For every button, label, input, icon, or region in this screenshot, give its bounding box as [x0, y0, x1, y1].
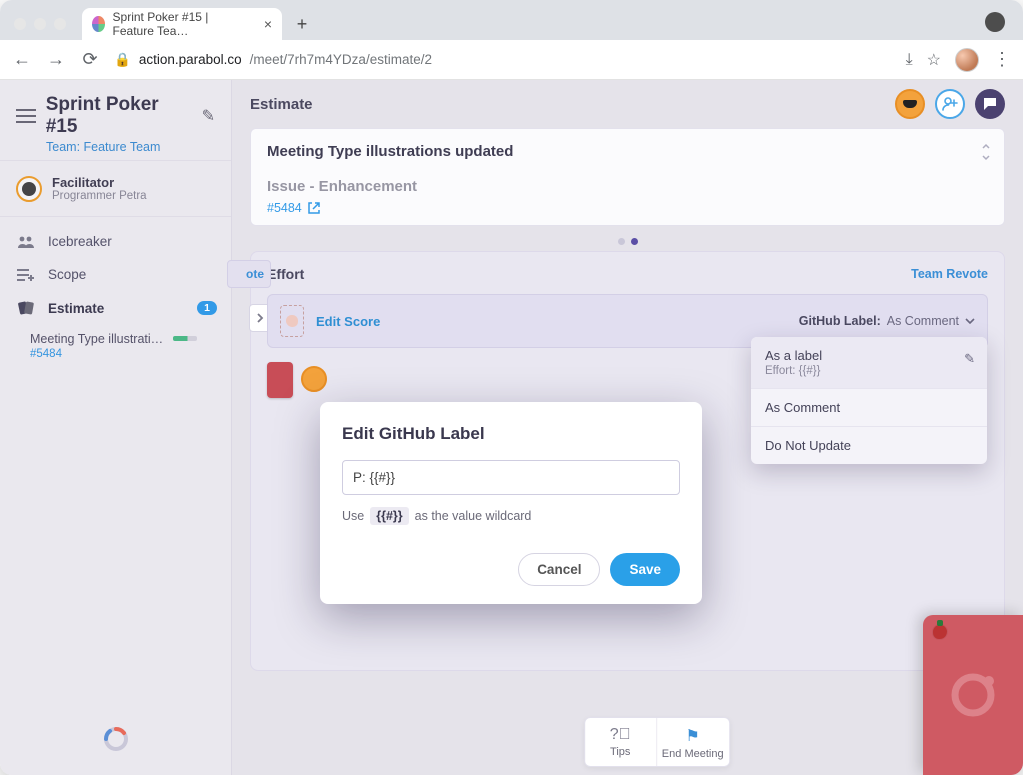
- favicon-icon: [92, 16, 105, 32]
- chevron-down-icon: [965, 314, 975, 328]
- tab-title: Sprint Poker #15 | Feature Tea…: [113, 10, 250, 38]
- list-add-icon: [16, 268, 36, 282]
- dot-icon[interactable]: [631, 238, 638, 245]
- sidebar-item-icebreaker[interactable]: Icebreaker: [0, 225, 231, 258]
- issue-link[interactable]: #5484: [267, 201, 988, 215]
- lock-icon: 🔒: [114, 52, 131, 68]
- parabol-logo-icon[interactable]: [102, 725, 130, 753]
- new-tab-button[interactable]: +: [288, 10, 316, 38]
- edit-score-button[interactable]: Edit Score: [316, 314, 380, 329]
- story-card: Meeting Type illustrations updated Issue…: [250, 128, 1005, 226]
- sidebar-item-scope[interactable]: Scope: [0, 258, 231, 291]
- address-bar[interactable]: 🔒 action.parabol.co/meet/7rh7m4YDza/esti…: [114, 52, 892, 68]
- tips-button[interactable]: ?⃝ Tips: [585, 718, 657, 766]
- close-tab-icon[interactable]: ×: [264, 16, 272, 32]
- poker-deck-peek[interactable]: [923, 615, 1023, 775]
- facilitator-name: Programmer Petra: [52, 190, 147, 202]
- sidebar-item-estimate[interactable]: Estimate 1: [0, 291, 231, 325]
- progress-icon: [173, 336, 197, 341]
- sidebar-item-label: Scope: [48, 267, 86, 282]
- flag-icon: ⚑: [657, 726, 729, 746]
- sidebar-item-label: Icebreaker: [48, 234, 112, 249]
- external-link-icon: [308, 202, 320, 214]
- people-icon: [16, 236, 36, 248]
- sidebar-footer: [0, 707, 231, 775]
- profile-avatar[interactable]: [955, 48, 979, 72]
- label-template-input[interactable]: [342, 460, 680, 495]
- sidebar: Sprint Poker #15 ✎ Team: Feature Team Fa…: [0, 80, 232, 775]
- add-participant-button[interactable]: [935, 89, 965, 119]
- install-app-icon[interactable]: ⤓: [906, 51, 913, 69]
- edit-title-icon[interactable]: ✎: [202, 106, 215, 126]
- browser-toolbar: ← → ⟳ 🔒 action.parabol.co/meet/7rh7m4YDz…: [0, 40, 1023, 80]
- strawberry-icon: [933, 625, 947, 639]
- story-subtitle: Issue - Enhancement: [267, 178, 988, 195]
- cards-icon: [16, 300, 36, 316]
- meeting-title: Sprint Poker #15: [46, 94, 194, 138]
- github-label-text: GitHub Label:: [799, 314, 881, 328]
- expand-collapse-icon[interactable]: [980, 143, 992, 166]
- menu-item-title: As a label: [765, 348, 973, 363]
- save-button[interactable]: Save: [610, 553, 680, 586]
- menu-item-as-comment[interactable]: As Comment: [751, 389, 987, 427]
- story-title: Meeting Type illustrations updated: [267, 143, 988, 160]
- topbar: Estimate: [232, 80, 1023, 128]
- cancel-button[interactable]: Cancel: [518, 553, 600, 586]
- github-label-selector[interactable]: GitHub Label: As Comment: [799, 314, 975, 328]
- edit-label-icon[interactable]: ✎: [964, 351, 975, 367]
- dimension-title: Effort: [267, 266, 304, 282]
- back-icon[interactable]: ←: [12, 49, 32, 70]
- hint-text: Use {{#}} as the value wildcard: [342, 507, 680, 525]
- estimate-badge: 1: [197, 301, 217, 315]
- page-title: Estimate: [250, 96, 313, 113]
- wildcard-token: {{#}}: [370, 507, 408, 525]
- browser-menu-icon[interactable]: ⋮: [993, 49, 1011, 70]
- story-issue: #5484: [30, 348, 215, 360]
- menu-item-as-label[interactable]: As a label Effort: {{#}} ✎: [751, 337, 987, 389]
- end-meeting-button[interactable]: ⚑ End Meeting: [657, 718, 729, 766]
- story-title: Meeting Type illustrati…: [30, 332, 163, 346]
- browser-tab[interactable]: Sprint Poker #15 | Feature Tea… ×: [82, 8, 282, 40]
- score-bar: Edit Score GitHub Label: As Comment As a…: [267, 294, 988, 348]
- menu-icon[interactable]: [16, 109, 38, 123]
- facilitator-row: Facilitator Programmer Petra: [0, 160, 231, 217]
- voter-avatar[interactable]: [301, 366, 327, 392]
- github-label-menu: As a label Effort: {{#}} ✎ As Comment Do…: [751, 337, 987, 464]
- forward-icon[interactable]: →: [46, 49, 66, 70]
- vote-toggle-label[interactable]: ote: [227, 260, 271, 288]
- bookmark-icon[interactable]: ☆: [927, 50, 941, 70]
- edit-github-label-modal: Edit GitHub Label Use {{#}} as the value…: [320, 402, 702, 604]
- help-icon: ?⃝: [585, 726, 656, 744]
- sidebar-story-item[interactable]: Meeting Type illustrati… #5484: [0, 325, 231, 366]
- extension-icon[interactable]: [985, 12, 1005, 32]
- page-dots: [232, 238, 1023, 245]
- github-label-value: As Comment: [887, 314, 959, 328]
- sidebar-item-label: Estimate: [48, 301, 104, 316]
- team-link[interactable]: Team: Feature Team: [46, 140, 215, 154]
- participant-avatar[interactable]: [895, 89, 925, 119]
- reload-icon[interactable]: ⟳: [80, 49, 100, 70]
- browser-tabstrip: Sprint Poker #15 | Feature Tea… × +: [0, 0, 1023, 40]
- modal-title: Edit GitHub Label: [342, 424, 680, 444]
- discussion-button[interactable]: [975, 89, 1005, 119]
- dot-icon[interactable]: [618, 238, 625, 245]
- score-card-icon: [280, 305, 304, 337]
- facilitator-label: Facilitator: [52, 175, 147, 190]
- window-controls: [14, 18, 66, 30]
- facilitator-avatar: [16, 176, 42, 202]
- menu-item-sub: Effort: {{#}}: [765, 365, 973, 377]
- vote-card[interactable]: [267, 362, 293, 398]
- meeting-footer: ?⃝ Tips ⚑ End Meeting: [584, 717, 730, 767]
- url-path: /meet/7rh7m4YDza/estimate/2: [250, 52, 432, 67]
- url-host: action.parabol.co: [139, 52, 242, 67]
- team-revote-button[interactable]: Team Revote: [911, 267, 988, 281]
- parabol-card-icon: [945, 667, 1001, 723]
- menu-item-do-not-update[interactable]: Do Not Update: [751, 427, 987, 464]
